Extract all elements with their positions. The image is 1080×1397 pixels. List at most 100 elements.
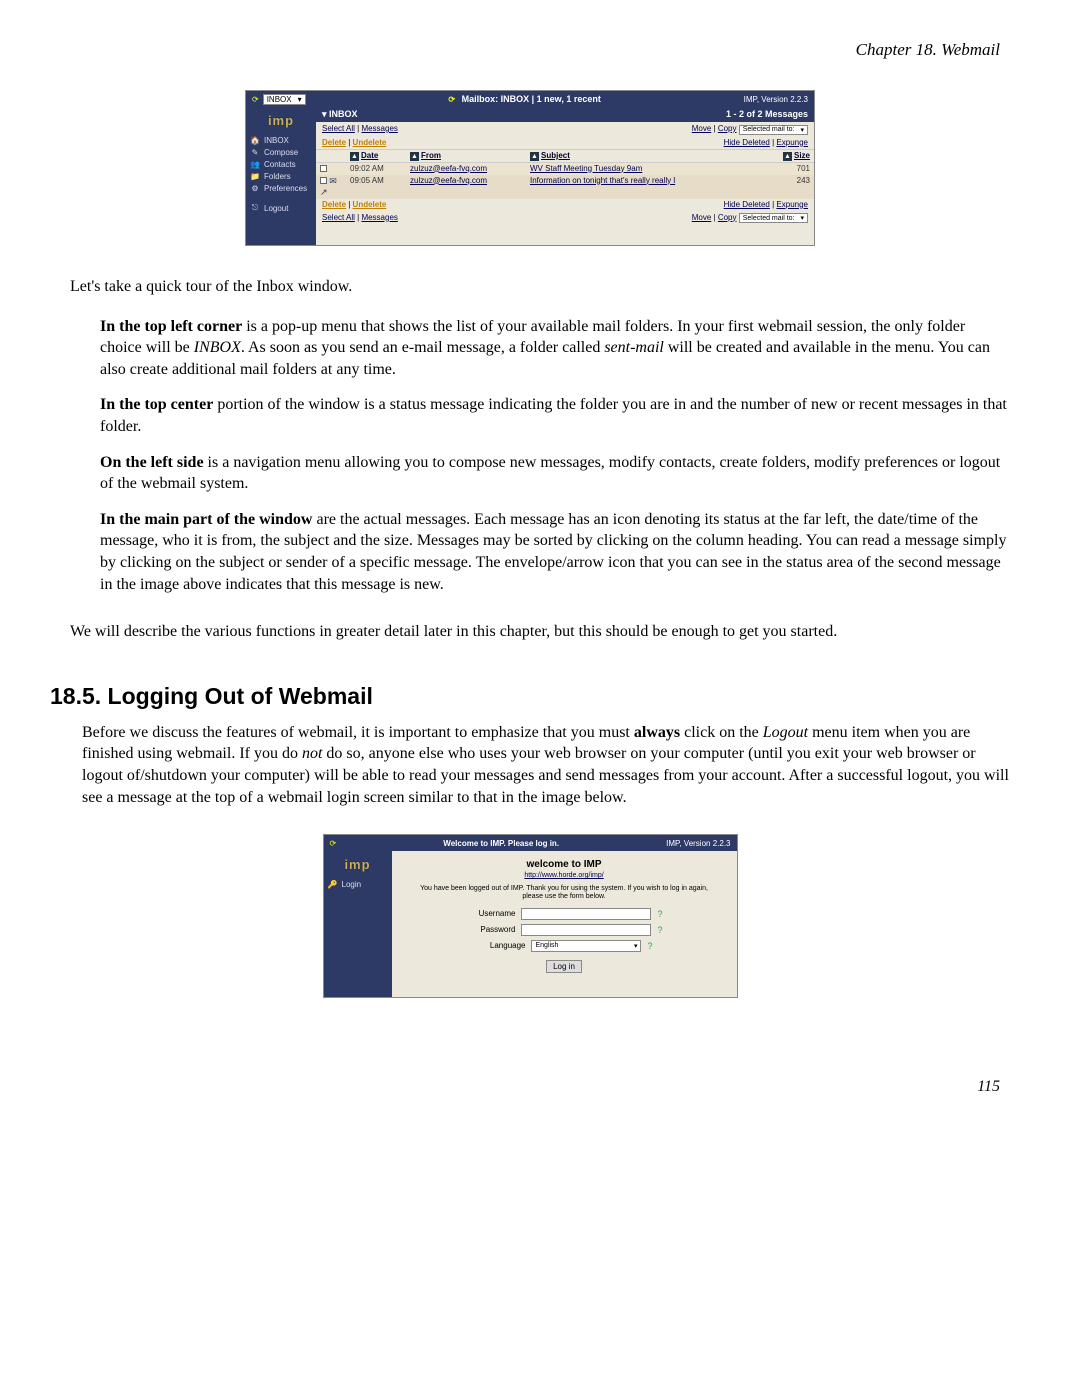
- table-header: ▲Date ▲From ▲Subject ▲Size: [316, 149, 814, 163]
- undelete-link[interactable]: Undelete: [353, 200, 387, 209]
- transition-paragraph: We will describe the various functions i…: [70, 621, 1010, 643]
- move-link[interactable]: Move: [692, 213, 712, 222]
- chevron-down-icon: ▾: [322, 109, 327, 119]
- folder-selected-label: INBOX: [267, 95, 292, 104]
- sidebar-item-login[interactable]: 🔑 Login: [328, 880, 388, 889]
- chevron-down-icon: ▾: [298, 95, 302, 104]
- hide-deleted-link[interactable]: Hide Deleted: [724, 200, 770, 209]
- version-label: IMP, Version 2.2.3: [666, 839, 730, 848]
- contacts-icon: 👥: [250, 160, 260, 169]
- hide-deleted-link[interactable]: Hide Deleted: [724, 138, 770, 147]
- sort-arrow-icon: ▲: [410, 152, 419, 161]
- inbox-screenshot: ⟳ INBOX ▾ ⟳ Mailbox: INBOX | 1 new, 1 re…: [50, 90, 1010, 246]
- select-all-link[interactable]: Select All: [322, 213, 355, 222]
- row-checkbox[interactable]: [320, 177, 327, 184]
- chevron-down-icon: ▾: [634, 942, 638, 950]
- actions-row-top: Select All | Messages Move | Copy Select…: [316, 122, 814, 137]
- col-icon-header: [316, 150, 346, 162]
- imp-login-window: ⟳ Welcome to IMP. Please log in. IMP, Ve…: [323, 834, 738, 998]
- help-icon[interactable]: ?: [657, 925, 662, 935]
- version-label: IMP, Version 2.2.3: [744, 95, 808, 104]
- folder-select[interactable]: INBOX ▾: [263, 94, 306, 105]
- expunge-link[interactable]: Expunge: [776, 138, 808, 147]
- sidebar: imp 🏠INBOX ✎ Compose 👥 Contacts 📁 Folders ⚙…: [246, 107, 316, 245]
- login-button[interactable]: Log in: [546, 960, 582, 973]
- sidebar-item-logout[interactable]: ⎋ Logout: [250, 203, 312, 213]
- select-all-link[interactable]: Select All: [322, 124, 355, 133]
- language-value: English: [535, 942, 558, 949]
- delete-link[interactable]: Delete: [322, 138, 346, 147]
- actions-row-bot2: Select All | Messages Move | Copy Select…: [316, 211, 814, 226]
- undelete-link[interactable]: Undelete: [353, 138, 387, 147]
- imp-window: ⟳ INBOX ▾ ⟳ Mailbox: INBOX | 1 new, 1 re…: [245, 90, 815, 246]
- col-size-header[interactable]: ▲Size: [774, 150, 814, 162]
- move-target-select[interactable]: Selected mail to:▾: [739, 125, 808, 135]
- imp-logo: imp: [328, 857, 388, 872]
- horde-link[interactable]: http://www.horde.org/imp/: [524, 872, 603, 879]
- key-icon: 🔑: [328, 880, 338, 889]
- compose-icon: ✎: [250, 148, 260, 157]
- move-target-select[interactable]: Selected mail to:▾: [739, 213, 808, 223]
- password-field[interactable]: [521, 924, 651, 936]
- chapter-header: Chapter 18. Webmail: [50, 40, 1010, 60]
- refresh-icon-center: ⟳: [448, 95, 455, 104]
- status-text: Mailbox: INBOX | 1 new, 1 recent: [462, 94, 601, 104]
- sidebar-item-compose[interactable]: ✎ Compose: [250, 148, 312, 157]
- login-topbar: ⟳ Welcome to IMP. Please log in. IMP, Ve…: [324, 835, 737, 851]
- logout-icon: ⎋: [250, 203, 260, 213]
- sidebar-item-label: Folders: [264, 172, 291, 181]
- row-date: 09:02 AM: [346, 163, 406, 175]
- login-screenshot: ⟳ Welcome to IMP. Please log in. IMP, Ve…: [50, 828, 1010, 998]
- row-checkbox[interactable]: [320, 165, 327, 172]
- actions-row-bot1: Delete | Undelete Hide Deleted | Expunge: [316, 199, 814, 211]
- page-number: 115: [50, 1078, 1010, 1096]
- sidebar-item-label: Contacts: [264, 160, 296, 169]
- actions-row-mid: Delete | Undelete Hide Deleted | Expunge: [316, 137, 814, 149]
- row-from-link[interactable]: zulzuz@eefa-fvq.com: [410, 164, 487, 173]
- sidebar-item-contacts[interactable]: 👥 Contacts: [250, 160, 312, 169]
- message-pane: ▾ INBOX 1 - 2 of 2 Messages Select All |…: [316, 107, 814, 245]
- delete-link[interactable]: Delete: [322, 200, 346, 209]
- sidebar-item-label: Login: [342, 880, 362, 889]
- refresh-icon: ⟳: [330, 839, 337, 848]
- section-paragraph: Before we discuss the features of webmai…: [82, 722, 1010, 808]
- username-field[interactable]: [521, 908, 651, 920]
- select-label: Selected mail to:: [743, 126, 795, 133]
- language-select[interactable]: English ▾: [531, 940, 641, 952]
- chevron-down-icon: ▾: [800, 214, 804, 222]
- sidebar-item-label: Preferences: [264, 184, 307, 193]
- row-size: 701: [774, 163, 814, 175]
- row-subject-link[interactable]: WV Staff Meeting Tuesday 9am: [530, 164, 642, 173]
- mailbox-status: ⟳ Mailbox: INBOX | 1 new, 1 recent: [306, 94, 744, 104]
- refresh-icon[interactable]: ⟳: [252, 95, 259, 104]
- sidebar-item-label: Compose: [264, 148, 298, 157]
- move-link[interactable]: Move: [692, 124, 712, 133]
- row-subject-link[interactable]: Information on tonight that's really rea…: [530, 176, 675, 185]
- col-subject-header[interactable]: ▲Subject: [526, 150, 774, 162]
- messages-link[interactable]: Messages: [361, 213, 397, 222]
- copy-link[interactable]: Copy: [718, 124, 737, 133]
- imp-logo: imp: [250, 113, 312, 128]
- username-label: Username: [465, 909, 515, 918]
- copy-link[interactable]: Copy: [718, 213, 737, 222]
- sidebar-item-inbox[interactable]: 🏠INBOX: [250, 136, 312, 145]
- col-date-header[interactable]: ▲Date: [346, 150, 406, 162]
- expunge-link[interactable]: Expunge: [776, 200, 808, 209]
- row-from-link[interactable]: zulzuz@eefa-fvq.com: [410, 176, 487, 185]
- login-status: Welcome to IMP. Please log in.: [336, 839, 666, 848]
- col-from-header[interactable]: ▲From: [406, 150, 526, 162]
- section-heading: 18.5. Logging Out of Webmail: [50, 683, 1010, 710]
- sidebar-item-preferences[interactable]: ⚙Preferences: [250, 184, 312, 193]
- intro-paragraph: Let's take a quick tour of the Inbox win…: [70, 276, 1010, 298]
- sort-arrow-icon: ▲: [530, 152, 539, 161]
- sidebar-item-label: Logout: [264, 204, 288, 213]
- table-row: ✉↗ 09:05 AM zulzuz@eefa-fvq.com Informat…: [316, 175, 814, 199]
- help-icon[interactable]: ?: [647, 941, 652, 951]
- messages-link[interactable]: Messages: [361, 124, 397, 133]
- row-date: 09:05 AM: [346, 175, 406, 199]
- paragraph-top-left: In the top left corner is a pop-up menu …: [100, 316, 1010, 381]
- help-icon[interactable]: ?: [657, 909, 662, 919]
- sidebar-item-label: INBOX: [264, 136, 289, 145]
- folders-icon: 📁: [250, 172, 260, 181]
- sidebar-item-folders[interactable]: 📁 Folders: [250, 172, 312, 181]
